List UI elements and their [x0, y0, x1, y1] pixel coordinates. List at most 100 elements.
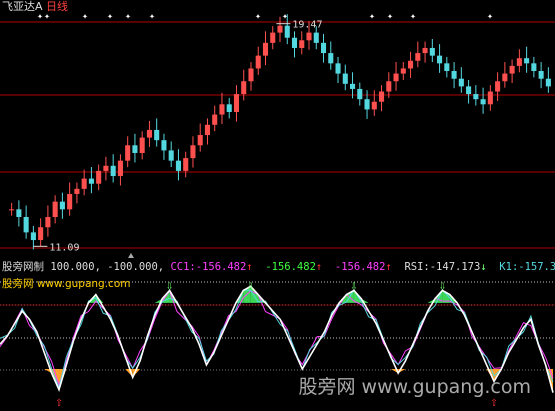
candle-body: [429, 47, 435, 56]
candle-body: [262, 42, 269, 56]
candle-body: [183, 158, 189, 171]
candle-body: [23, 217, 29, 233]
high-label: 19.47: [292, 20, 322, 31]
indicator-header: 股旁网制 100.000, -100.000, CC1:-156.482↑, -…: [2, 261, 555, 274]
star-marker-icon: ✦: [410, 11, 416, 22]
rsi-value: -147.173: [429, 261, 481, 273]
candle-body: [538, 71, 544, 79]
period-label: 日线: [46, 0, 69, 13]
candle-body: [437, 55, 443, 64]
up-arrow-icon: ↑: [385, 261, 392, 273]
candle-body: [509, 65, 515, 74]
price-chart[interactable]: 19.47 11.09 ✦ ✦ ✦ ✦ ✦ ✦ ✦ ✦ ✦ ✦ ✦ ✦ 飞亚达A 日线: [0, 0, 555, 258]
candle-body: [233, 94, 240, 112]
price-chart-canvas[interactable]: 19.4711.09✦ ✦ ✦ ✦ ✦ ✦ ✦ ✦ ✦ ✦ ✦ ✦: [0, 0, 555, 258]
candle-body: [386, 81, 392, 92]
cci-label: CC1:: [170, 261, 196, 273]
candle-body: [96, 170, 102, 184]
candle-body: [197, 135, 203, 146]
candle-body: [291, 37, 298, 48]
candle-body: [16, 209, 22, 218]
star-marker-icon: ✦: [282, 11, 288, 22]
candle-body: [117, 160, 123, 177]
up-arrow-icon: ↑: [315, 261, 323, 273]
candle-body: [379, 91, 385, 102]
candle-body: [313, 32, 319, 43]
candle-body: [444, 63, 450, 72]
buy-arrow-icon: ⇧: [55, 395, 63, 407]
candle-body: [30, 232, 36, 241]
indicator-title: 股旁网制: [2, 261, 44, 273]
candle-body: [241, 81, 247, 95]
candle-body: [132, 145, 138, 153]
candle-body: [212, 114, 218, 125]
candle-body: [516, 58, 522, 66]
star-marker-icon: ✦: [387, 11, 393, 22]
sell-arrow-icon: ⇩: [166, 279, 174, 294]
candle-body: [161, 140, 167, 151]
candle-body: [393, 73, 399, 82]
candle-body: [473, 94, 479, 100]
candle-body: [45, 217, 51, 228]
candle-body: [408, 60, 414, 69]
candle-body: [59, 201, 65, 210]
sell-arrow-icon: ⇩: [247, 279, 255, 294]
candle-body: [190, 145, 196, 159]
candle-body: [480, 99, 486, 105]
candle-body: [270, 32, 276, 43]
candle-body: [154, 129, 160, 141]
candle-body: [74, 188, 80, 194]
candle-body: [139, 137, 145, 153]
candle-body: [487, 91, 493, 105]
site-label: 股旁网 www.gupang.com: [2, 278, 131, 290]
candle-body: [328, 53, 334, 64]
candle-body: [103, 165, 109, 171]
star-marker-icon: ✦: [149, 11, 155, 22]
star-marker-icon: ✦: [487, 11, 493, 22]
candle-body: [175, 160, 181, 171]
candle-body: [219, 104, 225, 115]
candle-body: [52, 201, 58, 218]
candle-body: [284, 25, 290, 38]
candle-body: [226, 104, 232, 112]
candle-body: [531, 63, 537, 72]
candle-body: [451, 71, 457, 79]
candle-body: [349, 83, 356, 89]
candle-body: [320, 42, 327, 54]
candle-body: [248, 68, 254, 82]
candle-body: [371, 101, 377, 110]
candle-body: [204, 124, 211, 136]
candle-body: [110, 165, 116, 177]
up-arrow-icon: ↑: [246, 261, 253, 273]
candle-body: [524, 58, 530, 64]
stock-name: 飞亚达A: [2, 0, 43, 13]
candle-body: [357, 88, 363, 100]
candle-body: [38, 227, 44, 241]
candle-body: [306, 32, 312, 41]
candle-body: [277, 25, 283, 33]
k-label: K1:: [499, 261, 519, 273]
rsi-label: RSI:: [404, 261, 430, 273]
candle-body: [299, 40, 305, 48]
candle-body: [67, 193, 73, 210]
value2: -156.482: [265, 261, 316, 273]
candle-body: [495, 81, 501, 92]
star-marker-icon: ✦: [255, 11, 261, 22]
candle-body: [335, 63, 341, 74]
sell-arrow-icon: ⇩: [438, 279, 446, 294]
k-value: -157.381: [518, 261, 555, 273]
candle-body: [81, 178, 87, 189]
sell-arrow-icon: ⇩: [350, 279, 358, 294]
candle-body: [168, 150, 174, 161]
candle-body: [400, 68, 406, 74]
indicator-params: 100.000, -100.000,: [50, 261, 165, 273]
star-marker-icon: ✦: [125, 11, 131, 22]
candle-body: [255, 55, 261, 69]
watermark: 股旁网 www.gupang.com: [298, 376, 531, 398]
candle-body: [466, 86, 472, 95]
candle-body: [342, 73, 348, 84]
candle-body: [146, 129, 152, 138]
candle-body: [9, 209, 15, 211]
cci-value: -156.482: [195, 261, 247, 273]
chart-title: 飞亚达A 日线: [2, 0, 68, 13]
